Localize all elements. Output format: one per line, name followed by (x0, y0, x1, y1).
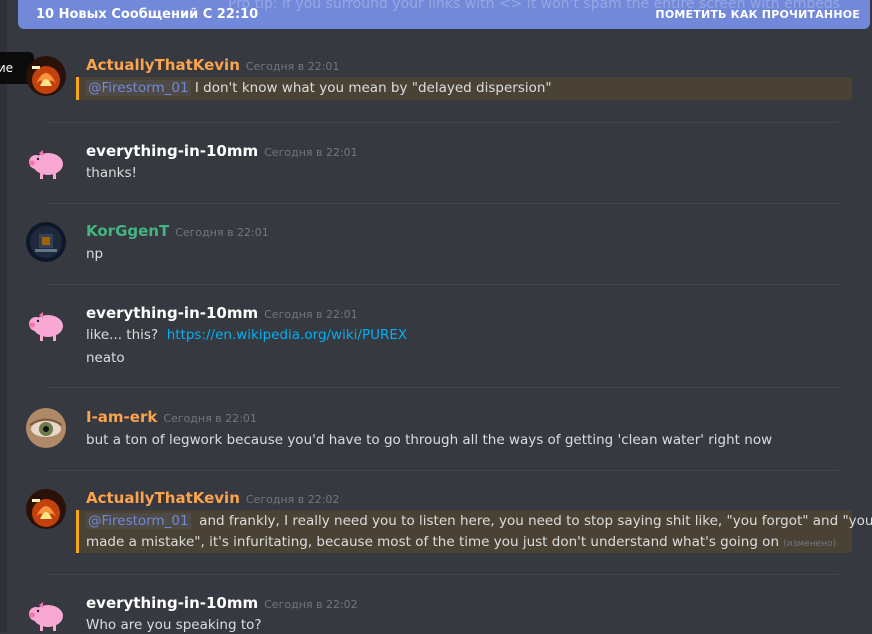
message-content: made a mistake", it's infuritating, beca… (86, 534, 836, 550)
divider (48, 574, 839, 575)
message-text: but a ton of legwork because you'd have … (86, 432, 773, 448)
user-mention[interactable]: @Firestorm_01 (86, 80, 191, 96)
pig-avatar[interactable] (26, 594, 66, 634)
fire-avatar[interactable] (26, 56, 66, 96)
timestamp: Сегодня в 22:01 (163, 412, 257, 425)
edited-label: (изменено) (783, 539, 837, 549)
pig-avatar[interactable] (26, 142, 66, 182)
eye-avatar[interactable] (26, 408, 66, 448)
author-name[interactable]: KorGgenT (86, 222, 169, 240)
author-name[interactable]: ActuallyThatKevin (86, 489, 240, 507)
divider (48, 387, 839, 388)
message-text: I don't know what you mean by "delayed d… (194, 80, 552, 96)
author-name[interactable]: everything-in-10mm (86, 142, 258, 160)
message-text: thanks! (86, 165, 137, 181)
message-text: like... this? (86, 327, 159, 343)
author-name[interactable]: ActuallyThatKevin (86, 56, 240, 74)
tooltip-text: ние (0, 61, 14, 75)
left-rail (0, 0, 7, 632)
divider (48, 122, 839, 123)
message-text: made a mistake", it's infuritating, beca… (86, 534, 779, 550)
author-name[interactable]: I-am-erk (86, 408, 157, 426)
divider (48, 284, 839, 285)
message-content: @Firestorm_01 I don't know what you mean… (86, 80, 552, 96)
user-mention[interactable]: @Firestorm_01 (86, 513, 191, 529)
timestamp: Сегодня в 22:01 (175, 226, 269, 239)
divider (48, 203, 839, 204)
hyperlink[interactable]: https://en.wikipedia.org/wiki/PUREX (167, 327, 407, 343)
message-content: like... this? https://en.wikipedia.org/w… (86, 327, 407, 343)
message-text: Who are you speaking to? (86, 617, 262, 633)
timestamp: Сегодня в 22:01 (264, 308, 358, 321)
timestamp: Сегодня в 22:01 (245, 60, 340, 73)
timestamp: Сегодня в 22:01 (264, 146, 358, 159)
timestamp: Сегодня в 22:02 (245, 493, 340, 506)
author-name[interactable]: everything-in-10mm (86, 304, 258, 322)
dark-avatar[interactable] (26, 222, 66, 262)
message-text: neato (86, 350, 125, 366)
author-name[interactable]: everything-in-10mm (86, 594, 258, 612)
message-text: and frankly, I really need you to listen… (199, 513, 872, 529)
fire-avatar[interactable] (26, 489, 66, 529)
message-text: np (86, 246, 104, 262)
new-messages-count[interactable]: 10 Новых Сообщений С 22:10 (36, 7, 258, 22)
message-content: @Firestorm_01 and frankly, I really need… (86, 513, 872, 529)
mark-as-read-button[interactable]: ПОМЕТИТЬ КАК ПРОЧИТАННОЕ (655, 8, 860, 21)
pig-avatar[interactable] (26, 304, 66, 344)
new-messages-bar[interactable]: Pro tip: if you surround your links with… (18, 0, 870, 29)
divider (48, 470, 839, 471)
timestamp: Сегодня в 22:02 (264, 598, 358, 611)
